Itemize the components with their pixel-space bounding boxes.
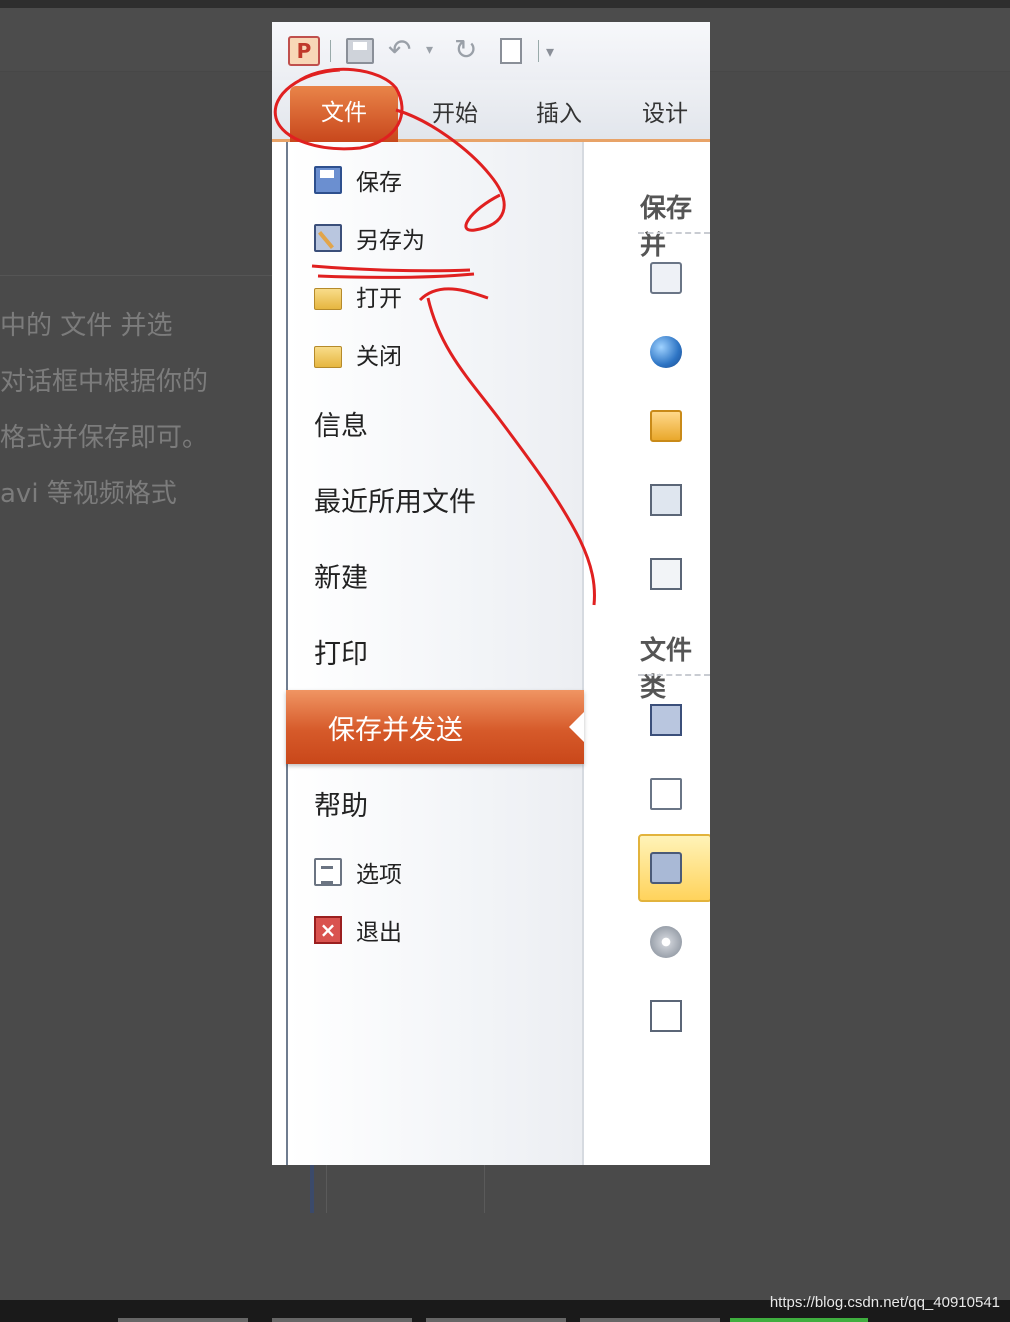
create-pdf-icon[interactable] <box>650 778 682 810</box>
backstage-item-recent[interactable]: 最近所用文件 <box>314 480 476 519</box>
ribbon-tab-bar: 文件 开始 插入 设计 <box>272 80 710 142</box>
tab-home[interactable]: 开始 <box>432 94 478 128</box>
tab-insert[interactable]: 插入 <box>536 94 582 128</box>
save-to-sharepoint-icon[interactable] <box>650 410 682 442</box>
save-icon <box>314 166 342 194</box>
broadcast-slideshow-icon[interactable] <box>650 484 682 516</box>
options-icon <box>314 858 342 886</box>
backstage-item-help[interactable]: 帮助 <box>314 784 368 823</box>
open-folder-icon <box>314 288 342 310</box>
active-item-label: 保存并发送 <box>328 715 463 746</box>
article-text-line: 对话框中根据你的 <box>0 367 209 397</box>
quick-access-toolbar: P ↶ ▾ ↻ ▾ <box>272 22 710 80</box>
close-folder-icon <box>314 346 342 368</box>
backstage-item-open[interactable]: 打开 <box>314 278 402 314</box>
powerpoint-app-icon[interactable]: P <box>288 36 320 66</box>
undo-dropdown-icon[interactable]: ▾ <box>426 42 433 58</box>
new-document-icon[interactable] <box>500 38 522 64</box>
exit-icon: × <box>314 916 342 944</box>
backstage-item-print[interactable]: 打印 <box>314 632 368 671</box>
backstage-item-new[interactable]: 新建 <box>314 556 368 595</box>
backstage-item-label: 关闭 <box>356 344 402 370</box>
backstage-item-label: 另存为 <box>356 228 425 254</box>
section-divider <box>638 232 710 234</box>
article-divider <box>0 275 272 276</box>
create-video-icon <box>650 852 682 884</box>
backstage-item-save[interactable]: 保存 <box>314 162 402 198</box>
publish-slides-icon[interactable] <box>650 558 682 590</box>
save-to-web-icon[interactable] <box>650 336 682 368</box>
undo-icon[interactable]: ↶ <box>388 36 411 64</box>
powerpoint-screenshot: P ↶ ▾ ↻ ▾ 文件 开始 插入 设计 保存 另存为 打开 关闭 信息 最近… <box>272 22 710 1165</box>
article-text-line: 中的 文件 并选 <box>0 311 173 341</box>
selection-notch <box>569 712 584 742</box>
tab-file[interactable]: 文件 <box>290 86 398 142</box>
backstage-item-label: 退出 <box>356 920 402 946</box>
window-edge <box>484 1165 485 1213</box>
window-edge <box>310 1165 314 1213</box>
backstage-item-label: 打开 <box>356 286 402 312</box>
save-as-icon <box>314 224 342 252</box>
section-heading-save-send: 保存并 <box>640 194 693 261</box>
create-handouts-icon[interactable] <box>650 1000 682 1032</box>
taskbar-item-active[interactable] <box>730 1318 868 1322</box>
backstage-item-options[interactable]: 选项 <box>314 854 402 890</box>
customize-toolbar-icon[interactable]: ▾ <box>546 42 554 61</box>
csdn-watermark: https://blog.csdn.net/qq_40910541 <box>769 1294 1000 1311</box>
toolbar-separator <box>330 40 331 62</box>
package-for-cd-icon[interactable] <box>650 926 682 958</box>
change-file-type-icon[interactable] <box>650 704 682 736</box>
toolbar-separator <box>538 40 539 62</box>
article-text-line: avi 等视频格式 <box>0 479 177 509</box>
backstage-item-label: 保存 <box>356 170 402 196</box>
taskbar-item[interactable] <box>426 1318 566 1322</box>
article-text-line: 格式并保存即可。 <box>0 423 209 453</box>
send-email-icon[interactable] <box>650 262 682 294</box>
section-heading-file-types: 文件类 <box>640 636 693 703</box>
taskbar-item[interactable] <box>118 1318 248 1322</box>
redo-icon[interactable]: ↻ <box>454 36 477 64</box>
tab-design[interactable]: 设计 <box>642 94 688 128</box>
backstage-item-save-and-send[interactable]: 保存并发送 <box>286 690 584 764</box>
browser-top-bar <box>0 0 1010 8</box>
taskbar-item[interactable] <box>272 1318 412 1322</box>
backstage-item-exit[interactable]: × 退出 <box>314 912 402 948</box>
section-divider <box>638 674 710 676</box>
backstage-item-close[interactable]: 关闭 <box>314 336 402 372</box>
taskbar-item[interactable] <box>580 1318 720 1322</box>
backstage-item-info[interactable]: 信息 <box>314 404 368 443</box>
quick-save-icon[interactable] <box>346 38 374 64</box>
backstage-item-label: 选项 <box>356 862 402 888</box>
window-edge <box>326 1165 327 1213</box>
backstage-item-save-as[interactable]: 另存为 <box>314 220 425 256</box>
